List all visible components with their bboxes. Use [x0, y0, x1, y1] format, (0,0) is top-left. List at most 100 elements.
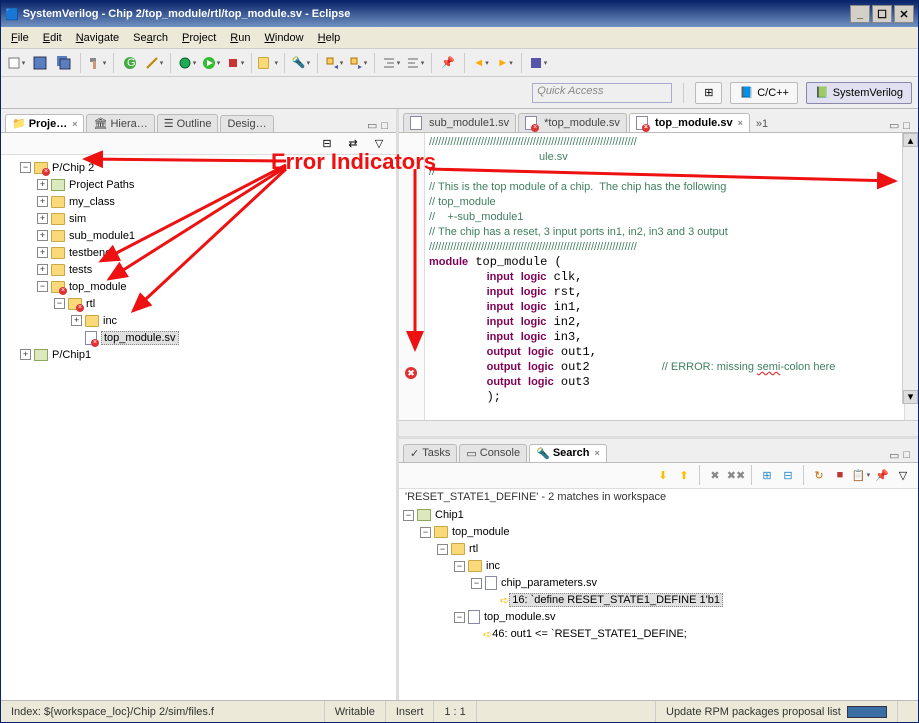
tree-my-class[interactable]: +my_class: [3, 193, 394, 210]
history-button[interactable]: 📋▾: [852, 466, 870, 484]
view-menu-button[interactable]: ▽: [368, 133, 390, 155]
pin-button[interactable]: 📌: [437, 52, 459, 74]
collapse-all-button[interactable]: ⊟: [316, 133, 338, 155]
status-update-rpm[interactable]: Update RPM packages proposal list: [656, 701, 898, 722]
menu-window[interactable]: Window: [258, 30, 309, 46]
menu-run[interactable]: Run: [224, 30, 256, 46]
quick-access-input[interactable]: Quick Access: [532, 83, 672, 103]
maximize-view-icon[interactable]: □: [381, 120, 388, 132]
collapse-all-button[interactable]: ⊟: [779, 466, 797, 484]
wand-button[interactable]: ▾: [143, 52, 165, 74]
next-annotation-button[interactable]: ▾: [347, 52, 369, 74]
prev-match-button[interactable]: ⬆: [675, 466, 693, 484]
bottom-maximize-icon[interactable]: □: [903, 449, 910, 461]
tree-sub-module1[interactable]: +sub_module1: [3, 227, 394, 244]
menu-file[interactable]: File: [5, 30, 35, 46]
perspective-systemverilog[interactable]: 📗 SystemVerilog: [806, 82, 912, 104]
vertical-scrollbar[interactable]: ▴ ▾: [902, 133, 918, 404]
save-button[interactable]: [29, 52, 51, 74]
tab-project[interactable]: 📁 Proje…×: [5, 114, 84, 132]
search-node-top-module[interactable]: −top_module: [403, 524, 914, 541]
editor-maximize-icon[interactable]: □: [903, 120, 910, 132]
cancel-search-button[interactable]: ■: [831, 466, 849, 484]
search-node-top-module-sv[interactable]: −top_module.sv: [403, 609, 914, 626]
close-button[interactable]: ✕: [894, 5, 914, 23]
tree-project-paths[interactable]: +Project Paths: [3, 176, 394, 193]
menu-navigate[interactable]: Navigate: [70, 30, 125, 46]
search-node-rtl[interactable]: −rtl: [403, 541, 914, 558]
forward-button[interactable]: ►▾: [494, 52, 516, 74]
editor-minimize-icon[interactable]: ▭: [889, 119, 899, 132]
code-editor[interactable]: ////////////////////////////////////////…: [425, 133, 904, 420]
new-button[interactable]: ▾: [5, 52, 27, 74]
tree-sim[interactable]: +sim: [3, 210, 394, 227]
menu-project[interactable]: Project: [176, 30, 222, 46]
menu-help[interactable]: Help: [312, 30, 347, 46]
search-node-chip1[interactable]: −Chip1: [403, 507, 914, 524]
tree-top-module[interactable]: −top_module: [3, 278, 394, 295]
error-marker-icon[interactable]: ✖: [405, 367, 417, 379]
minimize-button[interactable]: _: [850, 5, 870, 23]
search-match-line46[interactable]: ➪ 46: out1 <= `RESET_STATE1_DEFINE;: [403, 626, 914, 643]
editor-tab-sub-module1[interactable]: sub_module1.sv: [403, 113, 516, 132]
search-button[interactable]: 🔦▾: [290, 52, 312, 74]
remove-all-button[interactable]: ✖✖: [727, 466, 745, 484]
editor-tab-overflow[interactable]: »1: [752, 116, 772, 132]
main-area: 📁 Proje…× 🏛 Hiera… ☰ Outline Desig… ▭ □ …: [1, 109, 918, 700]
save-all-button[interactable]: [53, 52, 75, 74]
tree-project-chip1[interactable]: +P/Chip1: [3, 346, 394, 363]
editor-area: sub_module1.sv *top_module.sv top_module…: [399, 109, 918, 439]
tab-console[interactable]: ▭ Console: [459, 444, 527, 462]
back-button[interactable]: ◄▾: [470, 52, 492, 74]
editor-tab-top-module-dirty[interactable]: *top_module.sv: [518, 113, 627, 132]
search-match-line16[interactable]: ➪ 16: `define RESET_STATE1_DEFINE 1'b1: [403, 592, 914, 609]
search-results-tree[interactable]: −Chip1 −top_module −rtl −inc −chip_param…: [399, 505, 918, 700]
remove-match-button[interactable]: ✖: [706, 466, 724, 484]
run-button[interactable]: ▾: [200, 52, 222, 74]
tab-tasks[interactable]: ✓ Tasks: [403, 444, 457, 462]
minimize-view-icon[interactable]: ▭: [367, 119, 377, 132]
run-search-button[interactable]: ↻: [810, 466, 828, 484]
status-writable: Writable: [325, 701, 386, 722]
editor-tab-top-module[interactable]: top_module.sv ×: [629, 113, 750, 132]
tree-rtl[interactable]: −rtl: [3, 295, 394, 312]
perspective-ccpp[interactable]: 📘 C/C++: [730, 82, 798, 104]
search-node-inc[interactable]: −inc: [403, 558, 914, 575]
horizontal-scrollbar[interactable]: [399, 420, 918, 436]
search-node-chip-parameters[interactable]: −chip_parameters.sv: [403, 575, 914, 592]
menu-search[interactable]: Search: [127, 30, 174, 46]
tab-hierarchy[interactable]: 🏛 Hiera…: [86, 114, 154, 132]
right-panel: sub_module1.sv *top_module.sv top_module…: [399, 109, 918, 700]
open-perspective-button[interactable]: ⊞: [695, 82, 722, 104]
tree-tests[interactable]: +tests: [3, 261, 394, 278]
tree-testbench[interactable]: +testbench: [3, 244, 394, 261]
next-match-button[interactable]: ⬇: [654, 466, 672, 484]
search-menu-button[interactable]: ▽: [894, 466, 912, 484]
menu-edit[interactable]: Edit: [37, 30, 68, 46]
indent-left-button[interactable]: ▾: [380, 52, 402, 74]
link-editor-button[interactable]: ⇄: [342, 133, 364, 155]
main-toolbar: ▾ ▾ G ▾ ▾ ▾ ▾ ▾ 🔦▾ ▾ ▾ ▾ ▾ 📌 ◄▾ ►▾ ▾: [1, 49, 918, 77]
debug-button[interactable]: ▾: [176, 52, 198, 74]
tree-project-chip2[interactable]: −P/Chip 2: [3, 159, 394, 176]
go-button[interactable]: G: [119, 52, 141, 74]
tab-design[interactable]: Desig…: [220, 115, 273, 132]
project-tree[interactable]: −P/Chip 2 +Project Paths +my_class +sim …: [1, 155, 396, 700]
tree-top-module-sv[interactable]: top_module.sv: [3, 329, 394, 346]
tab-outline[interactable]: ☰ Outline: [157, 114, 219, 132]
status-insert: Insert: [386, 701, 435, 722]
stop-button[interactable]: ▾: [527, 52, 549, 74]
folder-button[interactable]: ▾: [257, 52, 279, 74]
editor-gutter: ✖: [399, 133, 425, 420]
tree-inc[interactable]: +inc: [3, 312, 394, 329]
tab-search[interactable]: 🔦 Search×: [529, 444, 607, 462]
quick-bar: Quick Access ⊞ 📘 C/C++ 📗 SystemVerilog: [1, 77, 918, 109]
expand-all-button[interactable]: ⊞: [758, 466, 776, 484]
bottom-minimize-icon[interactable]: ▭: [889, 449, 899, 462]
ext-tools-button[interactable]: ▾: [224, 52, 246, 74]
prev-annotation-button[interactable]: ▾: [323, 52, 345, 74]
indent-right-button[interactable]: ▾: [404, 52, 426, 74]
hammer-button[interactable]: ▾: [86, 52, 108, 74]
pin-search-button[interactable]: 📌: [873, 466, 891, 484]
maximize-button[interactable]: ☐: [872, 5, 892, 23]
